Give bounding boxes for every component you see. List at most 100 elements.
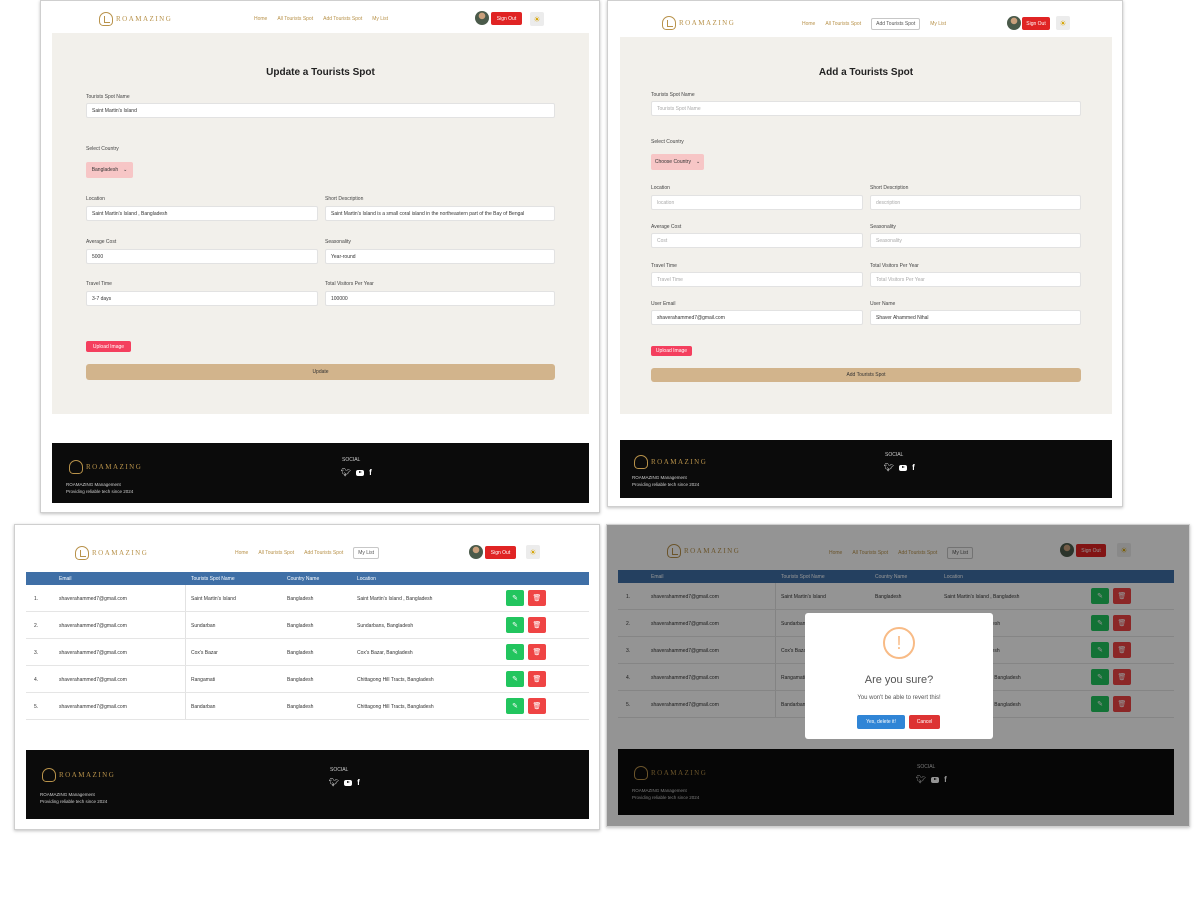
- description-input[interactable]: Saint Martin's Island is a small coral i…: [325, 206, 555, 221]
- pencil-icon[interactable]: ✎: [506, 590, 524, 606]
- nav-links: Home All Tourists Spot Add Tourists Spot…: [235, 547, 380, 559]
- row-country: Bangladesh: [287, 596, 314, 602]
- nav-all-spots[interactable]: All Tourists Spot: [277, 16, 313, 22]
- visitors-label: Total Visitors Per Year: [870, 263, 919, 269]
- upload-image-button[interactable]: Upload Image: [86, 341, 131, 352]
- travel-time-label: Travel Time: [651, 263, 677, 269]
- column-separator: [185, 612, 186, 638]
- seasonality-label: Seasonality: [325, 239, 351, 245]
- cancel-button[interactable]: Cancel: [909, 715, 940, 729]
- footer-logo: ROAMAZING: [42, 768, 115, 782]
- trash-icon[interactable]: 🗑︎: [528, 698, 546, 714]
- cost-label: Average Cost: [86, 239, 117, 245]
- brand-logo[interactable]: ROAMAZING: [75, 546, 148, 560]
- nav-my-list[interactable]: My List: [372, 16, 388, 22]
- travel-time-input[interactable]: 3-7 days: [86, 291, 318, 306]
- travel-time-input[interactable]: Travel Time: [651, 272, 863, 287]
- footer-logo: ROAMAZING: [69, 460, 142, 474]
- country-select[interactable]: Bangladesh ⌄: [86, 162, 133, 178]
- update-button[interactable]: Update: [86, 364, 555, 380]
- youtube-icon[interactable]: [344, 779, 353, 786]
- navbar: ROAMAZING Home All Tourists Spot Add Tou…: [15, 525, 599, 560]
- brand-logo[interactable]: ROAMAZING: [99, 12, 172, 26]
- sun-icon[interactable]: ☀: [526, 545, 540, 559]
- row-number: 2.: [34, 623, 39, 629]
- avatar[interactable]: [1007, 16, 1021, 30]
- navbar: ROAMAZING Home All Tourists Spot Add Tou…: [608, 1, 1122, 35]
- footer-line1: ROAMAZING Management: [632, 475, 687, 480]
- delete-confirm-screenshot: ROAMAZING Home All Tourists Spot Add Tou…: [606, 524, 1190, 827]
- pencil-icon[interactable]: ✎: [506, 644, 524, 660]
- nav-all-spots[interactable]: All Tourists Spot: [825, 21, 861, 27]
- my-list-screenshot: ROAMAZING Home All Tourists Spot Add Tou…: [14, 524, 600, 830]
- trash-icon[interactable]: 🗑︎: [528, 590, 546, 606]
- avatar[interactable]: [475, 11, 489, 25]
- nav-add-spot[interactable]: Add Tourists Spot: [323, 16, 362, 22]
- nav-my-list[interactable]: My List: [353, 547, 380, 559]
- trash-icon[interactable]: 🗑︎: [528, 671, 546, 687]
- signout-button[interactable]: Sign Out: [1022, 17, 1050, 30]
- header-email: Email: [59, 576, 72, 582]
- nav-add-spot[interactable]: Add Tourists Spot: [304, 550, 343, 556]
- location-input[interactable]: Saint Martin's Island , Bangladesh: [86, 206, 318, 221]
- travel-time-label: Travel Time: [86, 281, 112, 287]
- visitors-input[interactable]: Total Visitors Per Year: [870, 272, 1081, 287]
- description-input[interactable]: description: [870, 195, 1081, 210]
- country-select[interactable]: Choose Country ⌄: [651, 154, 704, 170]
- location-input[interactable]: location: [651, 195, 863, 210]
- sun-icon[interactable]: ☀: [530, 12, 544, 26]
- description-label: Short Description: [325, 196, 364, 202]
- description-label: Short Description: [870, 185, 909, 191]
- twitter-icon[interactable]: 🐦︎: [884, 463, 894, 472]
- row-location: Sundarbans, Bangladesh: [357, 623, 414, 629]
- nav-links: Home All Tourists Spot Add Tourists Spot…: [254, 16, 388, 22]
- username-input[interactable]: Shaver Ahammed Nihal: [870, 310, 1081, 325]
- visitors-input[interactable]: 100000: [325, 291, 555, 306]
- facebook-icon[interactable]: f: [369, 468, 372, 477]
- pencil-icon[interactable]: ✎: [506, 617, 524, 633]
- confirm-delete-button[interactable]: Yes, delete it!: [857, 715, 905, 729]
- twitter-icon[interactable]: 🐦︎: [329, 778, 339, 787]
- row-spot-name: Saint Martin's Island: [191, 596, 236, 602]
- pencil-icon[interactable]: ✎: [506, 671, 524, 687]
- nav-my-list[interactable]: My List: [930, 21, 946, 27]
- signout-button[interactable]: Sign Out: [491, 12, 522, 25]
- cost-input[interactable]: Cost: [651, 233, 863, 248]
- brand-logo[interactable]: ROAMAZING: [662, 16, 735, 30]
- youtube-icon[interactable]: [356, 469, 365, 476]
- brand-name: ROAMAZING: [92, 549, 149, 557]
- footer-line1: ROAMAZING Management: [40, 792, 95, 797]
- add-spot-button[interactable]: Add Tourists Spot: [651, 368, 1081, 382]
- nav-add-spot[interactable]: Add Tourists Spot: [871, 18, 921, 30]
- avatar[interactable]: [469, 545, 483, 559]
- cost-input[interactable]: 5000: [86, 249, 318, 264]
- social-heading: SOCIAL: [342, 457, 361, 463]
- upload-image-button[interactable]: Upload Image: [651, 346, 692, 356]
- social-icons: 🐦︎ f: [884, 463, 915, 472]
- nav-home[interactable]: Home: [254, 16, 267, 22]
- nav-home[interactable]: Home: [802, 21, 815, 27]
- spot-name-input[interactable]: Saint Martin's Island: [86, 103, 555, 118]
- visitors-label: Total Visitors Per Year: [325, 281, 374, 287]
- seasonality-input[interactable]: Year-round: [325, 249, 555, 264]
- nav-all-spots[interactable]: All Tourists Spot: [258, 550, 294, 556]
- trash-icon[interactable]: 🗑︎: [528, 617, 546, 633]
- row-number: 4.: [34, 677, 39, 683]
- form-title: Update a Tourists Spot: [266, 67, 375, 78]
- facebook-icon[interactable]: f: [357, 778, 360, 787]
- nav-home[interactable]: Home: [235, 550, 248, 556]
- footer-line1: ROAMAZING Management: [66, 482, 121, 487]
- pencil-icon[interactable]: ✎: [506, 698, 524, 714]
- sun-icon[interactable]: ☀: [1056, 16, 1070, 30]
- chevron-down-icon: ⌄: [123, 167, 128, 173]
- seasonality-input[interactable]: Seasonality: [870, 233, 1081, 248]
- trash-icon[interactable]: 🗑︎: [528, 644, 546, 660]
- email-input[interactable]: shaverahammed7@gmail.com: [651, 310, 863, 325]
- facebook-icon[interactable]: f: [912, 463, 915, 472]
- row-spot-name: Bandarban: [191, 704, 216, 710]
- signout-button[interactable]: Sign Out: [485, 546, 516, 559]
- youtube-icon[interactable]: [899, 464, 908, 471]
- spot-name-input[interactable]: Tourists Spot Name: [651, 101, 1081, 116]
- twitter-icon[interactable]: 🐦︎: [341, 468, 351, 477]
- row-spot-name: Sundarban: [191, 623, 216, 629]
